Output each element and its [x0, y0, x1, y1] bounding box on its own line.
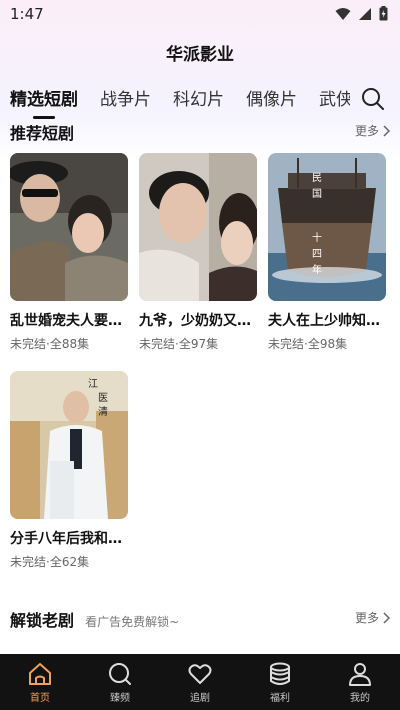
nav-label: 首页	[30, 693, 50, 704]
app-title: 华派影业	[166, 45, 234, 65]
tab-idol[interactable]: 偶像片	[246, 86, 297, 114]
drama-meta: 未完结·全97集	[139, 337, 219, 351]
nav-follow[interactable]: 追剧	[160, 654, 240, 710]
drama-meta: 未完结·全88集	[10, 337, 90, 351]
nav-label: 追剧	[190, 693, 210, 704]
chevron-right-icon	[383, 124, 390, 137]
cover-text: 医	[98, 392, 108, 404]
drama-card[interactable]: 民 国 十 四 年 夫人在上少帅知… 未完结·全98集	[268, 153, 386, 352]
cover-text: 清	[98, 405, 108, 418]
tab-war[interactable]: 战争片	[100, 86, 151, 114]
nav-home[interactable]: 首页	[0, 654, 80, 710]
tab-scifi[interactable]: 科幻片	[173, 86, 224, 114]
drama-meta: 未完结·全62集	[10, 555, 90, 569]
drama-title: 九爷，少奶奶又…	[139, 313, 251, 329]
drama-cover[interactable]	[139, 153, 257, 301]
nav-profile[interactable]: 我的	[320, 654, 400, 710]
tab-featured-shorts[interactable]: 精选短剧	[10, 86, 78, 114]
drama-cover[interactable]: 江 医 清	[10, 371, 128, 519]
section-title: 推荐短剧	[10, 124, 75, 143]
nav-welfare[interactable]: 福利	[240, 654, 320, 710]
drama-cover[interactable]	[10, 153, 128, 301]
bottom-nav: 首页 臻频 追剧 福利 我的	[0, 654, 400, 710]
nav-label: 福利	[270, 693, 290, 704]
drama-title: 分手八年后我和…	[10, 531, 122, 547]
coins-icon	[270, 662, 290, 685]
search-icon	[109, 663, 131, 685]
tab-list: 精选短剧 战争片 科幻片 偶像片 武侠	[10, 86, 350, 120]
wifi-icon	[335, 7, 351, 20]
more-label: 更多	[354, 611, 379, 625]
drama-title: 乱世婚宠夫人要…	[10, 313, 122, 329]
category-tabs: 精选短剧 战争片 科幻片 偶像片 武侠	[0, 86, 400, 120]
cover-text: 四	[312, 249, 322, 260]
nav-label: 我的	[350, 693, 370, 704]
drama-card[interactable]: 乱世婚宠夫人要… 未完结·全88集	[10, 153, 128, 352]
nav-label: 臻频	[110, 693, 130, 704]
unlock-more-link[interactable]: 更多	[355, 609, 390, 626]
cover-text: 年	[312, 263, 322, 276]
user-icon	[349, 663, 371, 686]
section-subtitle: 看广告免费解锁~	[85, 615, 180, 629]
chevron-right-icon	[383, 611, 390, 624]
section-title: 解锁老剧	[10, 611, 75, 630]
drama-card[interactable]: 九爷，少奶奶又… 未完结·全97集	[139, 153, 257, 352]
heart-icon	[188, 664, 212, 684]
recommended-section-header: 推荐短剧 更多	[10, 120, 390, 143]
active-tab-indicator	[33, 116, 55, 119]
more-label: 更多	[354, 124, 379, 138]
drama-meta: 未完结·全98集	[268, 337, 348, 351]
search-icon[interactable]	[360, 86, 386, 112]
cover-text: 民	[312, 172, 322, 184]
battery-icon	[379, 6, 388, 21]
drama-cover[interactable]: 民 国 十 四 年	[268, 153, 386, 301]
cover-text: 十	[312, 231, 322, 244]
tab-wuxia[interactable]: 武侠	[319, 86, 350, 114]
unlock-section-header: 解锁老剧 看广告免费解锁~ 更多	[10, 607, 390, 630]
recommended-more-link[interactable]: 更多	[355, 122, 390, 139]
home-icon	[29, 663, 51, 685]
status-bar: 1:47	[0, 0, 400, 30]
status-time: 1:47	[10, 5, 44, 23]
nav-discover[interactable]: 臻频	[80, 654, 160, 710]
status-icons	[335, 6, 388, 21]
drama-title: 夫人在上少帅知…	[268, 313, 380, 329]
cover-text: 江	[88, 378, 98, 390]
signal-icon	[359, 7, 371, 20]
drama-card[interactable]: 江 医 清 分手八年后我和… 未完结·全62集	[10, 371, 128, 570]
cover-text: 国	[312, 188, 322, 200]
